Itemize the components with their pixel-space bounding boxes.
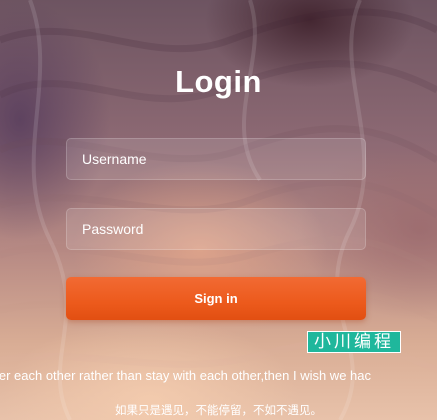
login-title: Login: [175, 64, 262, 99]
password-input[interactable]: [66, 208, 366, 250]
english-quote: ater each other rather than stay with ea…: [0, 368, 371, 383]
chinese-quote: 如果只是遇见，不能停留，不如不遇见。: [115, 403, 322, 417]
username-input[interactable]: [66, 138, 366, 180]
sign-in-button[interactable]: Sign in: [66, 277, 366, 320]
watermark-logo: 小川编程: [307, 331, 401, 353]
